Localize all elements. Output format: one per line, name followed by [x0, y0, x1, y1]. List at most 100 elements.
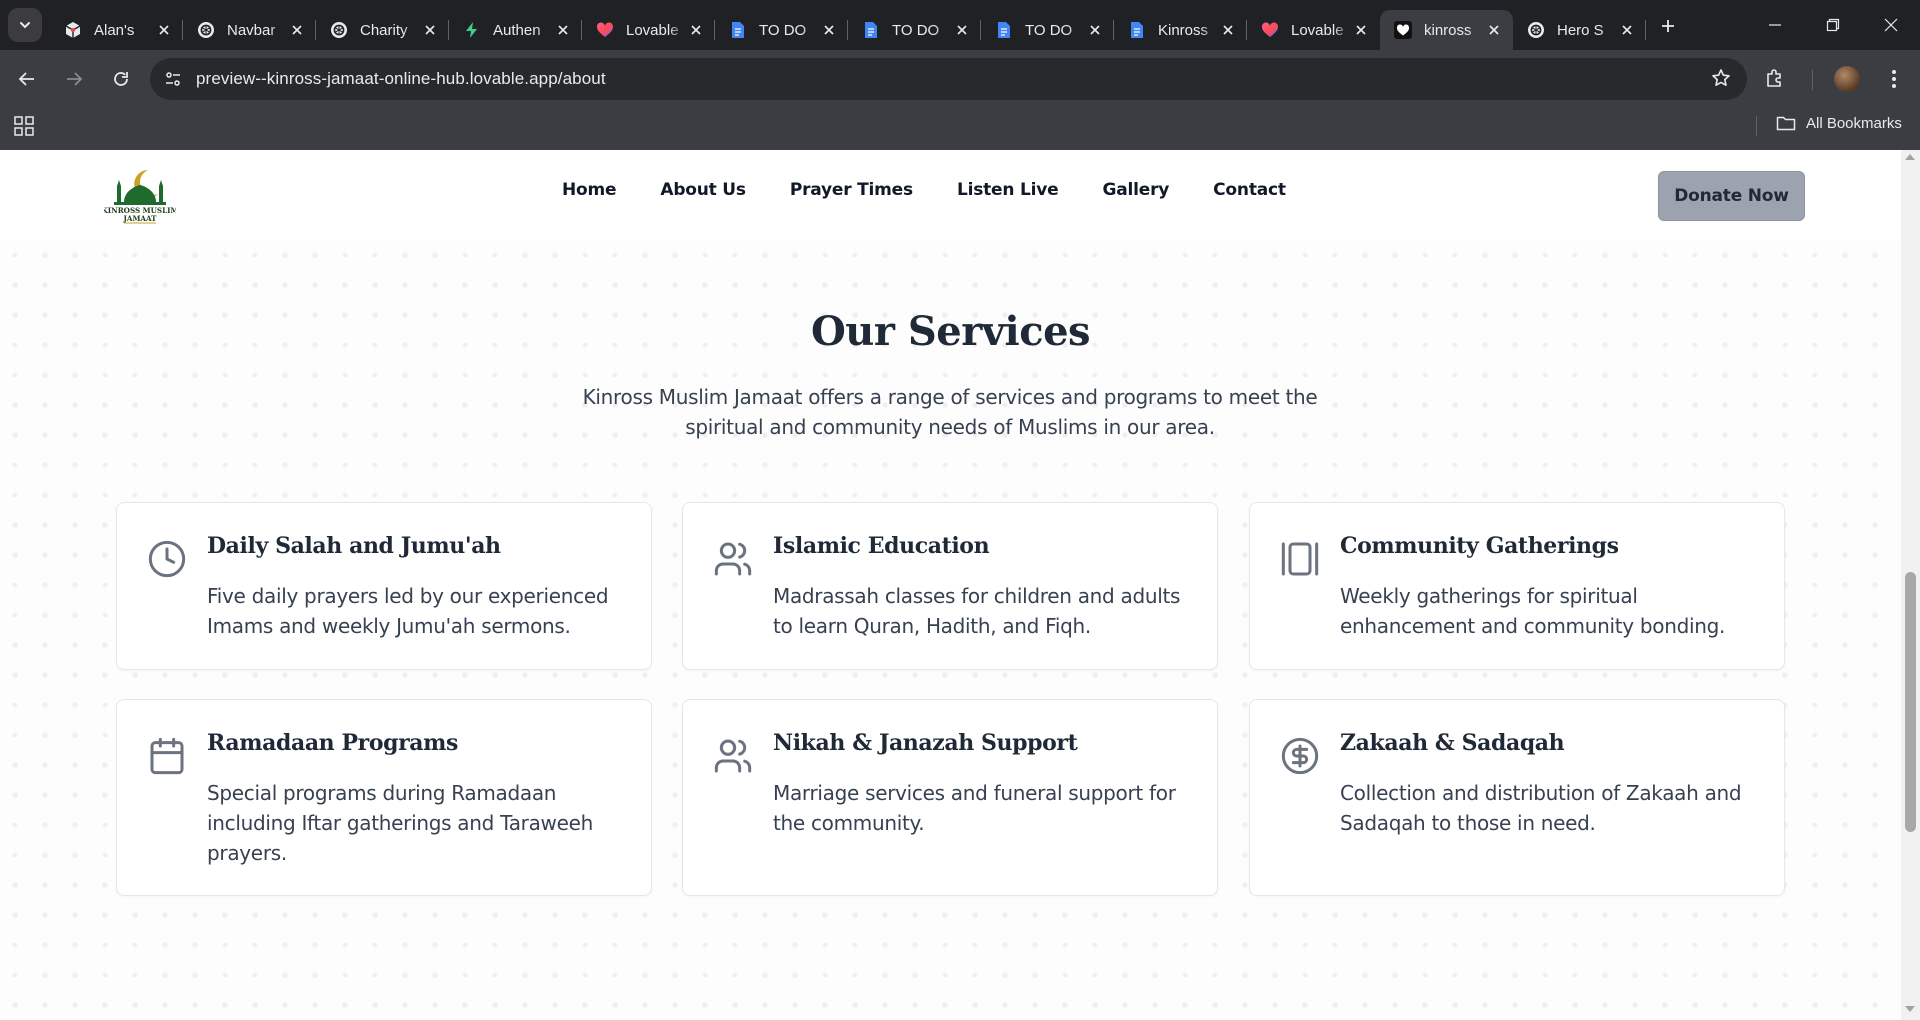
close-icon: [292, 25, 302, 35]
close-icon: [1884, 18, 1898, 32]
tab-title: Navbar: [227, 21, 276, 39]
toolbar-divider: [1812, 70, 1813, 90]
extensions-button[interactable]: [1764, 67, 1786, 94]
nav-link-about-us[interactable]: About Us: [660, 180, 746, 200]
browser-tab[interactable]: Charity: [316, 10, 449, 50]
close-window-button[interactable]: [1862, 0, 1920, 50]
tab-close-button[interactable]: [1219, 21, 1237, 39]
tab-close-button[interactable]: [1086, 21, 1104, 39]
browser-tab[interactable]: Lovable: [1247, 10, 1380, 50]
close-icon: [1356, 25, 1366, 35]
arrow-left-icon: [18, 72, 34, 86]
tab-close-button[interactable]: [820, 21, 838, 39]
tab-close-button[interactable]: [953, 21, 971, 39]
scroll-down-arrow[interactable]: [1905, 1006, 1915, 1012]
all-bookmarks-label: All Bookmarks: [1806, 114, 1902, 132]
tab-title: Lovable: [1291, 21, 1344, 39]
new-tab-button[interactable]: [1652, 10, 1684, 42]
tab-close-button[interactable]: [687, 21, 705, 39]
window-controls: [1746, 0, 1920, 50]
page-viewport: KINROSS MUSLIM JAMAAT Home About Us Pray…: [0, 150, 1901, 1020]
close-icon: [1489, 25, 1499, 35]
tab-search-button[interactable]: [8, 8, 42, 42]
lovable-icon: [1261, 21, 1279, 39]
tab-title: TO DO: [892, 21, 940, 39]
gallery-vertical-icon: [1280, 539, 1320, 579]
browser-tab[interactable]: Hero S: [1513, 10, 1646, 50]
close-icon: [425, 25, 435, 35]
tab-title: Authen: [493, 21, 541, 39]
nav-link-listen-live[interactable]: Listen Live: [957, 180, 1059, 200]
all-bookmarks-button[interactable]: All Bookmarks: [1776, 114, 1902, 132]
service-title: Ramadaan Programs: [207, 730, 459, 756]
minimize-button[interactable]: [1746, 0, 1804, 50]
service-description: Madrassah classes for children and adult…: [773, 584, 1181, 638]
reload-button[interactable]: [101, 59, 141, 99]
nav-link-gallery[interactable]: Gallery: [1102, 180, 1169, 200]
browser-tab[interactable]: Authen: [449, 10, 582, 50]
browser-tab[interactable]: Alan's: [50, 10, 183, 50]
nav-link-prayer-times[interactable]: Prayer Times: [790, 180, 913, 200]
bolt-icon: [463, 21, 481, 39]
cube-icon: [64, 21, 82, 39]
dollar-circle-icon: [1280, 736, 1320, 776]
service-card-islamic-education: Islamic Education Madrassah classes for c…: [682, 502, 1218, 670]
tab-title: Charity: [360, 21, 408, 39]
apps-button[interactable]: [14, 116, 34, 141]
tab-close-button[interactable]: [155, 21, 173, 39]
service-description: Collection and distribution of Zakaah an…: [1340, 781, 1742, 835]
tab-close-button[interactable]: [421, 21, 439, 39]
address-bar[interactable]: preview--kinross-jamaat-online-hub.lovab…: [150, 58, 1747, 100]
service-description: Marriage services and funeral support fo…: [773, 781, 1176, 835]
bookmark-star-button[interactable]: [1711, 68, 1731, 93]
tab-close-button[interactable]: [1618, 21, 1636, 39]
browser-tab[interactable]: Lovable: [582, 10, 715, 50]
service-description: Five daily prayers led by our experience…: [207, 584, 609, 638]
back-button[interactable]: [7, 59, 47, 99]
url-text[interactable]: preview--kinross-jamaat-online-hub.lovab…: [196, 69, 606, 89]
browser-tab[interactable]: Navbar: [183, 10, 316, 50]
browser-tab[interactable]: TO DO: [848, 10, 981, 50]
restore-button[interactable]: [1804, 0, 1862, 50]
folder-icon: [1776, 116, 1796, 131]
nav-link-contact[interactable]: Contact: [1213, 180, 1286, 200]
scroll-thumb[interactable]: [1905, 572, 1916, 832]
docs-icon: [862, 21, 880, 39]
service-card-ramadaan-programs: Ramadaan Programs Special programs during…: [116, 699, 652, 896]
close-icon: [1090, 25, 1100, 35]
service-title: Community Gatherings: [1340, 533, 1619, 559]
users-icon: [713, 736, 753, 776]
close-icon: [558, 25, 568, 35]
tab-close-button[interactable]: [1485, 21, 1503, 39]
site-logo[interactable]: KINROSS MUSLIM JAMAAT: [102, 166, 179, 226]
tab-close-button[interactable]: [554, 21, 572, 39]
browser-tab[interactable]: kinross: [1380, 10, 1513, 50]
profile-avatar[interactable]: [1834, 66, 1860, 92]
scroll-up-arrow[interactable]: [1905, 154, 1915, 160]
nav-link-home[interactable]: Home: [562, 180, 617, 200]
close-icon: [824, 25, 834, 35]
browser-tab[interactable]: TO DO: [715, 10, 848, 50]
calendar-icon: [147, 736, 187, 776]
heart-icon: [1394, 21, 1412, 39]
browser-tab[interactable]: TO DO: [981, 10, 1114, 50]
site-info-button[interactable]: [158, 64, 188, 94]
forward-button[interactable]: [54, 59, 94, 99]
browser-tab[interactable]: Kinross: [1114, 10, 1247, 50]
bookmarks-bar: [0, 108, 1920, 150]
mosque-logo-icon: KINROSS MUSLIM JAMAAT: [102, 170, 179, 224]
restore-icon: [1826, 18, 1840, 32]
lovable-icon: [596, 21, 614, 39]
tab-close-button[interactable]: [1352, 21, 1370, 39]
tab-close-button[interactable]: [288, 21, 306, 39]
chevron-down-icon: [20, 22, 30, 29]
service-card-community-gatherings: Community Gatherings Weekly gatherings fo…: [1249, 502, 1785, 670]
close-icon: [159, 25, 169, 35]
tab-title: TO DO: [759, 21, 807, 39]
service-card-zakaah-sadaqah: Zakaah & Sadaqah Collection and distribut…: [1249, 699, 1785, 896]
donate-button[interactable]: Donate Now: [1658, 171, 1805, 221]
reload-icon: [114, 72, 128, 86]
users-icon: [713, 539, 753, 579]
tune-icon: [166, 72, 180, 86]
browser-menu-button[interactable]: [1882, 66, 1906, 92]
